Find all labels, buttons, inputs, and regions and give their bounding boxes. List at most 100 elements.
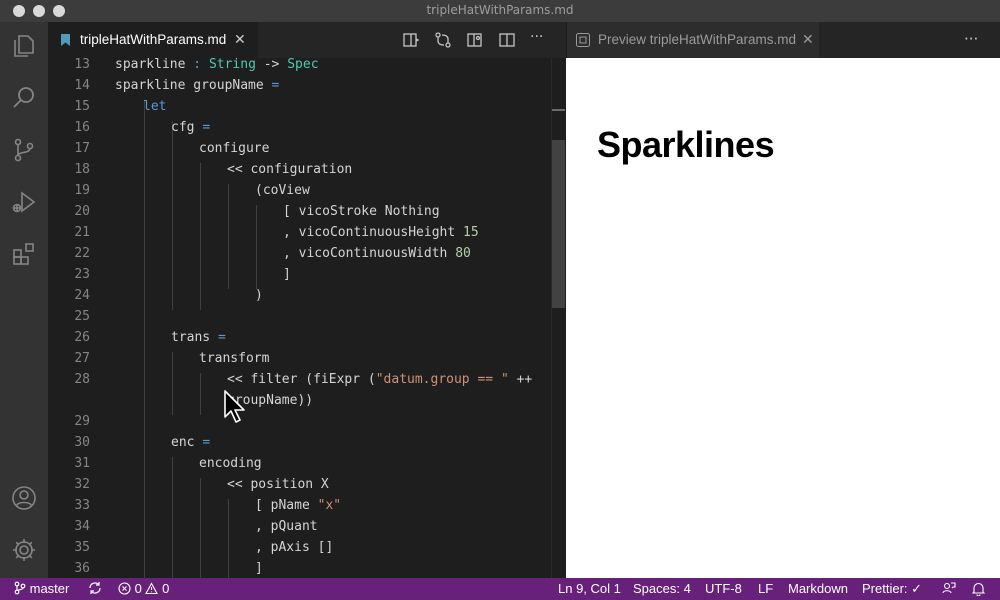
code-line[interactable]: 23] — [48, 264, 548, 285]
tab-preview[interactable]: Preview tripleHatWithParams.md ✕ — [567, 22, 819, 58]
explorer-icon[interactable] — [10, 32, 38, 60]
extensions-icon[interactable] — [10, 240, 38, 268]
go-to-file-icon[interactable] — [434, 31, 452, 49]
split-editor-icon[interactable] — [498, 31, 516, 49]
code-line[interactable]: 29 — [48, 411, 548, 432]
code-line[interactable]: 34 , pQuant — [48, 516, 548, 537]
preview-tab-label: Preview tripleHatWithParams.md — [598, 32, 797, 47]
line-number: 34 — [74, 519, 90, 534]
editor-tab-bar: tripleHatWithParams.md ✕ ··· — [48, 22, 566, 58]
code-line[interactable]: 13 sparkline : String -> Spec — [48, 58, 548, 75]
error-icon — [118, 582, 131, 595]
code-line[interactable]: 25 — [48, 306, 548, 327]
code-text: << filter (fiExpr ("datum.group == " ++ — [227, 372, 533, 387]
code-text: trans = — [171, 330, 226, 345]
markdown-file-icon — [61, 34, 70, 46]
code-line[interactable]: 22 , vicoContinuousWidth 80 — [48, 243, 548, 264]
code-line[interactable]: 27 transform — [48, 348, 548, 369]
run-debug-icon[interactable] — [10, 188, 38, 216]
notifications-bell-icon[interactable] — [971, 581, 986, 597]
code-line[interactable]: 30 enc = — [48, 432, 548, 453]
settings-gear-icon[interactable] — [10, 536, 38, 564]
code-text: ] — [255, 561, 263, 576]
code-line[interactable]: 36] — [48, 558, 548, 578]
title-bar: tripleHatWithParams.md — [0, 0, 1000, 22]
line-number: 26 — [74, 330, 90, 345]
source-control-icon[interactable] — [10, 136, 38, 164]
code-line[interactable]: 21 , vicoContinuousHeight 15 — [48, 222, 548, 243]
preview-heading: Sparklines — [597, 124, 775, 165]
open-preview-icon[interactable] — [466, 31, 484, 49]
sync-icon[interactable] — [88, 581, 102, 596]
more-actions-icon[interactable]: ··· — [530, 29, 548, 47]
account-icon[interactable] — [10, 484, 38, 512]
line-number: 24 — [74, 288, 90, 303]
code-line[interactable]: 24) — [48, 285, 548, 306]
problems-indicator[interactable]: 0 0 — [118, 581, 169, 596]
code-line[interactable]: 28 << filter (fiExpr ("datum.group == " +… — [48, 369, 548, 390]
code-text: , pAxis [] — [255, 540, 334, 555]
scrollbar-cursor-marker — [552, 109, 565, 111]
activity-bar — [0, 22, 48, 578]
code-line[interactable]: 15 let — [48, 96, 548, 117]
code-line[interactable]: 14 sparkline groupName = — [48, 75, 548, 96]
markdown-preview: Sparklines — [566, 58, 1000, 578]
close-tab-button[interactable]: ✕ — [234, 31, 246, 48]
code-line[interactable]: 26 trans = — [48, 327, 548, 348]
code-line[interactable]: 18 << configuration — [48, 159, 548, 180]
code-text: , pQuant — [255, 519, 318, 534]
close-preview-tab-button[interactable]: ✕ — [802, 31, 814, 48]
code-text: [ vicoStroke Nothing — [283, 204, 440, 219]
line-number: 23 — [74, 267, 90, 282]
editor-scrollbar-track[interactable] — [551, 58, 565, 578]
code-line[interactable]: 17 configure — [48, 138, 548, 159]
mouse-pointer-icon — [224, 390, 245, 423]
line-number: 22 — [74, 246, 90, 261]
language-mode[interactable]: Markdown — [788, 581, 848, 596]
editor-scrollbar-thumb[interactable] — [552, 140, 565, 308]
preview-icon — [576, 33, 590, 47]
line-number: 17 — [74, 141, 90, 156]
code-line[interactable]: 20 [ vicoStroke Nothing — [48, 201, 548, 222]
code-text: let — [143, 99, 167, 114]
code-text: (coView — [255, 183, 310, 198]
code-text: << configuration — [227, 162, 353, 177]
feedback-icon[interactable] — [941, 581, 956, 597]
line-number: 21 — [74, 225, 90, 240]
code-line[interactable]: 32 << position X — [48, 474, 548, 495]
branch-icon — [14, 581, 26, 595]
code-line[interactable]: 16 cfg = — [48, 117, 548, 138]
indentation-setting[interactable]: Spaces: 4 — [633, 581, 691, 596]
code-line[interactable]: 19 (coView — [48, 180, 548, 201]
preview-tab-bar: Preview tripleHatWithParams.md ✕ ··· — [566, 22, 1000, 58]
code-text: << position X — [227, 477, 329, 492]
code-text: transform — [199, 351, 270, 366]
search-icon[interactable] — [10, 84, 38, 112]
code-line[interactable]: 35 , pAxis [] — [48, 537, 548, 558]
cursor-position[interactable]: Ln 9, Col 1 — [558, 581, 621, 596]
code-line[interactable]: groupName)) — [48, 390, 548, 411]
warning-count: 0 — [162, 581, 170, 596]
line-number: 13 — [74, 58, 90, 72]
end-of-line[interactable]: LF — [758, 581, 773, 596]
preview-more-actions-icon[interactable]: ··· — [964, 30, 978, 48]
code-line[interactable]: 31 encoding — [48, 453, 548, 474]
tab-triplehatwithparams[interactable]: tripleHatWithParams.md ✕ — [48, 22, 258, 58]
branch-indicator[interactable]: master — [14, 581, 69, 596]
line-number: 36 — [74, 561, 90, 576]
code-text: , vicoContinuousHeight 15 — [283, 225, 479, 240]
prettier-status[interactable]: Prettier: ✓ — [862, 581, 922, 597]
code-editor[interactable]: 13 sparkline : String -> Spec 14 sparkline … — [48, 58, 566, 578]
open-changes-icon[interactable] — [402, 31, 420, 49]
code-line[interactable]: 33 [ pName "x" — [48, 495, 548, 516]
line-number: 19 — [74, 183, 90, 198]
code-text: , vicoContinuousWidth 80 — [283, 246, 471, 261]
line-number: 18 — [74, 162, 90, 177]
file-encoding[interactable]: UTF-8 — [705, 581, 742, 596]
line-number: 30 — [74, 435, 90, 450]
line-number: 15 — [74, 99, 90, 114]
window-title: tripleHatWithParams.md — [426, 3, 574, 17]
code-text: sparkline : String -> Spec — [115, 58, 319, 72]
error-count: 0 — [134, 581, 142, 596]
code-text: sparkline groupName = — [115, 78, 280, 93]
